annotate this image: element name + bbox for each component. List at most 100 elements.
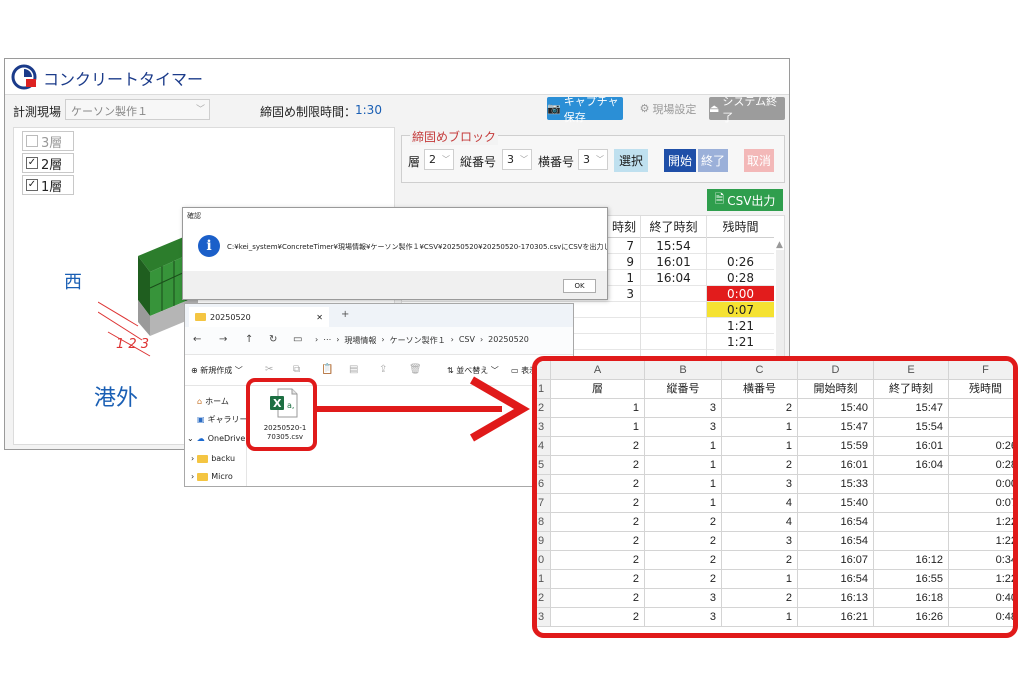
table-cell[interactable]: 2 (551, 570, 645, 589)
row-number[interactable]: 2 (537, 589, 551, 608)
row-number[interactable]: 3 (537, 418, 551, 437)
ellipsis-icon[interactable]: ⋯ (323, 335, 331, 346)
header-cell[interactable]: 層 (551, 380, 645, 399)
table-cell[interactable]: 1:22 (949, 570, 1013, 589)
row-number[interactable]: 6 (537, 475, 551, 494)
table-cell[interactable]: 16:54 (798, 570, 874, 589)
table-cell[interactable]: 1 (645, 494, 722, 513)
row-number[interactable]: 3 (537, 608, 551, 627)
table-cell[interactable]: 4 (722, 513, 798, 532)
table-cell[interactable]: 0:26 (949, 437, 1013, 456)
table-cell[interactable]: 1:22 (949, 513, 1013, 532)
table-cell[interactable]: 0:34 (949, 551, 1013, 570)
table-cell[interactable]: 16:26 (874, 608, 949, 627)
table-cell[interactable]: 2 (551, 494, 645, 513)
table-cell[interactable]: 1 (722, 437, 798, 456)
csv-export-button[interactable]: 🗎 CSV出力 (707, 189, 783, 211)
cut-icon[interactable]: ✂ (265, 364, 273, 375)
sidebar-item-gallery[interactable]: ▣ ギャラリー (197, 414, 248, 425)
table-cell[interactable]: 2 (551, 437, 645, 456)
table-cell[interactable]: 0:48 (949, 608, 1013, 627)
sidebar-item-onedrive[interactable]: ⌄ ☁ OneDrive (187, 434, 245, 443)
table-cell[interactable]: 15:40 (798, 494, 874, 513)
table-cell[interactable] (874, 494, 949, 513)
table-cell[interactable]: 16:04 (874, 456, 949, 475)
table-cell[interactable]: 1 (645, 437, 722, 456)
row-number-select[interactable]: 3 ﹀ (502, 149, 532, 170)
table-cell[interactable]: 15:54 (874, 418, 949, 437)
table-cell[interactable]: 2 (551, 475, 645, 494)
column-header[interactable]: B (645, 361, 722, 380)
table-cell[interactable]: 2 (551, 513, 645, 532)
table-cell[interactable]: 0:00 (949, 475, 1013, 494)
row-number[interactable]: 0 (537, 551, 551, 570)
table-cell[interactable]: 1:22 (949, 532, 1013, 551)
table-cell[interactable]: 1 (645, 456, 722, 475)
new-item-button[interactable]: ⊕ 新規作成 ﹀ (191, 365, 243, 376)
header-cell[interactable]: 開始時刻 (798, 380, 874, 399)
table-cell[interactable]: 2 (722, 456, 798, 475)
table-cell[interactable] (949, 418, 1013, 437)
table-cell[interactable]: 3 (645, 418, 722, 437)
table-cell[interactable] (874, 513, 949, 532)
table-cell[interactable]: 15:47 (798, 418, 874, 437)
row-number[interactable]: 1 (537, 570, 551, 589)
breadcrumb-item[interactable]: CSV (459, 335, 475, 346)
table-cell[interactable]: 16:13 (798, 589, 874, 608)
table-cell[interactable]: 16:07 (798, 551, 874, 570)
table-cell[interactable]: 2 (645, 513, 722, 532)
ok-button[interactable]: OK (563, 279, 596, 293)
table-cell[interactable]: 1 (551, 418, 645, 437)
paste-icon[interactable]: 📋 (321, 364, 333, 375)
table-cell[interactable]: 2 (645, 570, 722, 589)
header-cell[interactable]: 残時間 (949, 380, 1013, 399)
cancel-button[interactable]: 取消 (744, 149, 774, 172)
column-number-select[interactable]: 3 ﹀ (578, 149, 608, 170)
row-number[interactable]: 1 (537, 380, 551, 399)
header-cell[interactable]: 横番号 (722, 380, 798, 399)
breadcrumb-item[interactable]: ケーソン製作１ (390, 335, 446, 346)
table-cell[interactable] (874, 475, 949, 494)
delete-icon[interactable]: 🗑 (409, 364, 422, 375)
floor-checkbox-1[interactable]: ✓ 1層 (22, 175, 74, 195)
breadcrumb-item[interactable]: 現場情報 (344, 335, 376, 346)
floor-checkbox-2[interactable]: ✓ 2層 (22, 153, 74, 173)
table-cell[interactable] (874, 532, 949, 551)
floor-checkbox-3[interactable]: 3層 (22, 131, 74, 151)
table-cell[interactable]: 2 (722, 399, 798, 418)
table-cell[interactable]: 2 (722, 589, 798, 608)
up-arrow-icon[interactable]: ↑ (245, 334, 253, 345)
capture-save-button[interactable]: 📷 キャプチャ保存 (547, 95, 623, 124)
table-cell[interactable]: 15:47 (874, 399, 949, 418)
start-button[interactable]: 開始 (664, 149, 696, 172)
table-cell[interactable]: 3 (645, 399, 722, 418)
sidebar-item-home[interactable]: ⌂ ホーム (197, 396, 229, 407)
row-number[interactable]: 7 (537, 494, 551, 513)
table-cell[interactable]: 2 (645, 532, 722, 551)
table-cell[interactable]: 16:54 (798, 532, 874, 551)
row-number[interactable]: 5 (537, 456, 551, 475)
new-tab-icon[interactable]: + (341, 309, 349, 320)
table-cell[interactable]: 2 (645, 551, 722, 570)
table-cell[interactable]: 3 (645, 608, 722, 627)
select-button[interactable]: 選択 (614, 149, 648, 172)
back-arrow-icon[interactable]: ← (193, 334, 201, 345)
table-cell[interactable]: 16:54 (798, 513, 874, 532)
close-icon[interactable]: ✕ (316, 313, 323, 322)
table-cell[interactable]: 0:07 (949, 494, 1013, 513)
table-cell[interactable]: 16:18 (874, 589, 949, 608)
end-button[interactable]: 終了 (698, 149, 728, 172)
row-number[interactable]: 2 (537, 399, 551, 418)
table-cell[interactable]: 1 (722, 570, 798, 589)
header-cell[interactable]: 終了時刻 (874, 380, 949, 399)
floor-select[interactable]: 2 ﹀ (424, 149, 454, 170)
sort-button[interactable]: ⇅ 並べ替え ﹀ (447, 365, 499, 376)
table-cell[interactable]: 1 (645, 475, 722, 494)
sidebar-item-backup[interactable]: › backu (191, 454, 235, 463)
row-number[interactable]: 9 (537, 532, 551, 551)
table-cell[interactable]: 16:55 (874, 570, 949, 589)
table-cell[interactable]: 2 (551, 608, 645, 627)
explorer-tab[interactable]: 20250520 ✕ (189, 307, 329, 327)
table-cell[interactable]: 2 (551, 532, 645, 551)
system-exit-button[interactable]: ⏏ システム終了 (709, 95, 785, 124)
